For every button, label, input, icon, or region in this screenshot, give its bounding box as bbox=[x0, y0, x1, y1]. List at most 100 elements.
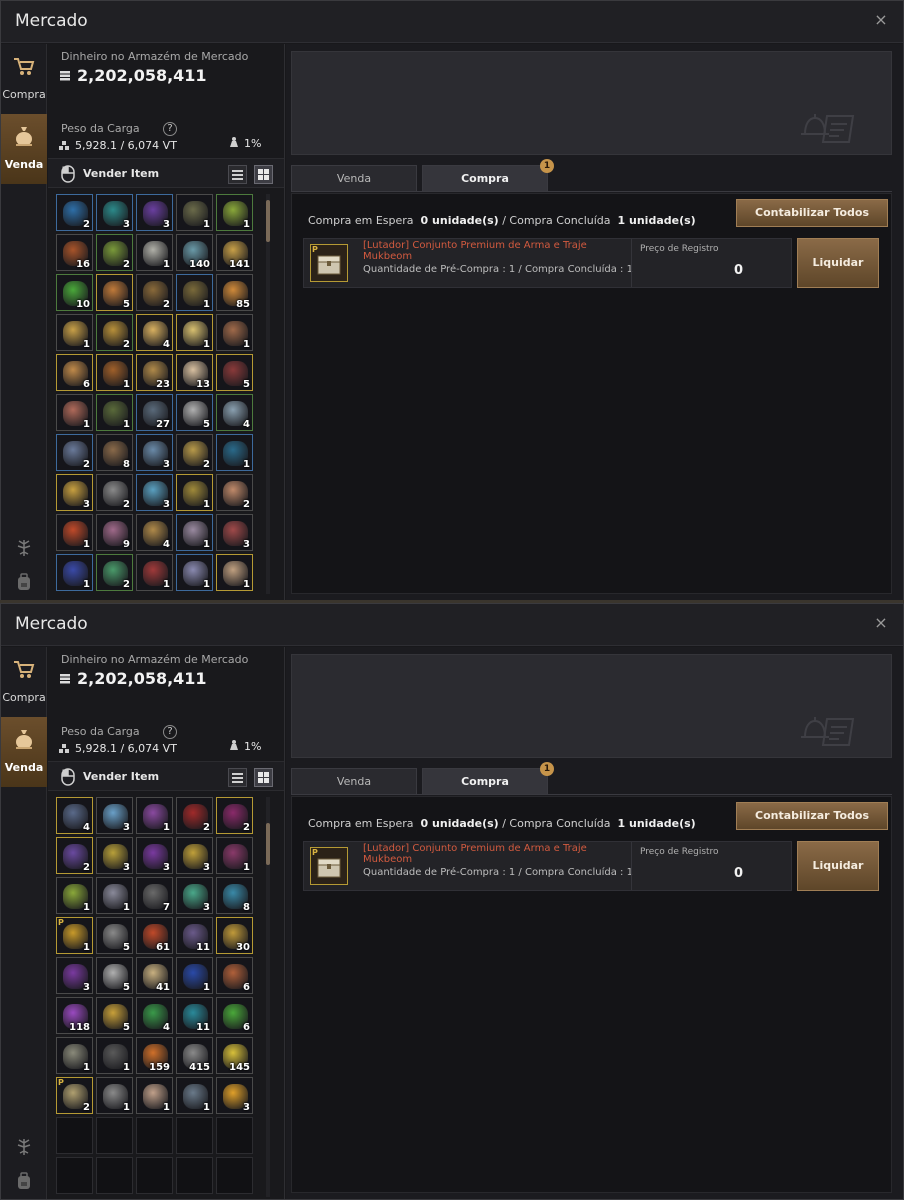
title-bar[interactable]: Mercado × bbox=[1, 1, 903, 43]
inventory-slot[interactable]: 3 bbox=[136, 434, 173, 471]
inventory-slot[interactable]: 1 bbox=[56, 314, 93, 351]
inventory-slot-empty[interactable] bbox=[176, 1157, 213, 1194]
order-row[interactable]: P [Lutador] Conjunto Premium de Arma e T… bbox=[303, 238, 792, 288]
inventory-slot[interactable]: 3 bbox=[56, 957, 93, 994]
scroll-thumb[interactable] bbox=[266, 200, 270, 242]
nav-buy[interactable]: Compra bbox=[1, 647, 47, 717]
inventory-slot[interactable]: 1 bbox=[216, 554, 253, 591]
inventory-slot[interactable]: 16 bbox=[56, 234, 93, 271]
inventory-slot[interactable]: 415 bbox=[176, 1037, 213, 1074]
inventory-slot[interactable]: 4 bbox=[136, 314, 173, 351]
inventory-slot[interactable]: 118 bbox=[56, 997, 93, 1034]
inventory-slot[interactable]: 1 bbox=[56, 554, 93, 591]
tab-buy[interactable]: Compra bbox=[422, 768, 548, 795]
grid-view-button[interactable] bbox=[254, 165, 273, 184]
backpack-icon[interactable] bbox=[14, 1171, 34, 1191]
inventory-slot[interactable]: 4 bbox=[136, 997, 173, 1034]
help-icon[interactable]: ? bbox=[163, 122, 177, 136]
inventory-slot[interactable]: 3 bbox=[136, 474, 173, 511]
inventory-slot[interactable]: P1 bbox=[56, 917, 93, 954]
inventory-slot[interactable]: 5 bbox=[176, 394, 213, 431]
inventory-slot[interactable]: 2 bbox=[176, 434, 213, 471]
inventory-slot[interactable]: 1 bbox=[136, 234, 173, 271]
title-bar[interactable]: Mercado × bbox=[1, 604, 903, 646]
inventory-slot[interactable]: 2 bbox=[96, 234, 133, 271]
inventory-slot-empty[interactable] bbox=[96, 1157, 133, 1194]
close-icon[interactable]: × bbox=[873, 12, 889, 28]
inventory-slot[interactable]: 3 bbox=[136, 194, 173, 231]
inventory-slot[interactable]: 2 bbox=[176, 797, 213, 834]
inventory-slot[interactable]: 1 bbox=[56, 1037, 93, 1074]
inventory-slot[interactable]: 2 bbox=[56, 837, 93, 874]
inventory-slot[interactable]: 2 bbox=[96, 554, 133, 591]
inventory-slot[interactable]: 6 bbox=[216, 957, 253, 994]
inventory-slot[interactable]: 30 bbox=[216, 917, 253, 954]
inventory-slot[interactable]: 1 bbox=[216, 194, 253, 231]
inventory-slot-empty[interactable] bbox=[136, 1117, 173, 1154]
inventory-slot[interactable]: 2 bbox=[216, 474, 253, 511]
inventory-slot[interactable]: 1 bbox=[176, 957, 213, 994]
backpack-icon[interactable] bbox=[14, 572, 34, 592]
inventory-slot[interactable]: 41 bbox=[136, 957, 173, 994]
inventory-slot[interactable]: 1 bbox=[96, 394, 133, 431]
inventory-slot[interactable]: 11 bbox=[176, 917, 213, 954]
inventory-slot[interactable]: 159 bbox=[136, 1037, 173, 1074]
scroll-thumb[interactable] bbox=[266, 823, 270, 865]
list-view-button[interactable] bbox=[228, 768, 247, 787]
inventory-slot[interactable]: 5 bbox=[96, 917, 133, 954]
tree-icon[interactable] bbox=[14, 1137, 34, 1157]
inventory-slot[interactable]: 5 bbox=[96, 957, 133, 994]
inventory-slot[interactable]: 9 bbox=[96, 514, 133, 551]
inventory-scrollbar[interactable] bbox=[266, 797, 270, 1197]
inventory-slot[interactable]: 3 bbox=[176, 877, 213, 914]
inventory-slot[interactable]: 140 bbox=[176, 234, 213, 271]
inventory-slot[interactable]: 2 bbox=[216, 797, 253, 834]
inventory-slot[interactable]: 3 bbox=[96, 837, 133, 874]
inventory-slot[interactable]: 3 bbox=[136, 837, 173, 874]
inventory-slot[interactable]: 61 bbox=[136, 917, 173, 954]
inventory-slot[interactable]: 6 bbox=[56, 354, 93, 391]
inventory-slot-empty[interactable] bbox=[216, 1157, 253, 1194]
inventory-slot[interactable]: 2 bbox=[136, 274, 173, 311]
inventory-slot[interactable]: 1 bbox=[176, 474, 213, 511]
inventory-slot[interactable]: 7 bbox=[136, 877, 173, 914]
inventory-slot-empty[interactable] bbox=[56, 1117, 93, 1154]
inventory-slot-empty[interactable] bbox=[56, 1157, 93, 1194]
inventory-slot[interactable]: 1 bbox=[216, 837, 253, 874]
grid-view-button[interactable] bbox=[254, 768, 273, 787]
nav-sell[interactable]: Venda bbox=[1, 114, 47, 184]
inventory-slot[interactable]: 4 bbox=[216, 394, 253, 431]
inventory-slot[interactable]: 3 bbox=[176, 837, 213, 874]
inventory-slot[interactable]: 145 bbox=[216, 1037, 253, 1074]
inventory-slot[interactable]: 1 bbox=[176, 1077, 213, 1114]
inventory-slot[interactable]: 4 bbox=[56, 797, 93, 834]
liquidate-button[interactable]: Liquidar bbox=[797, 841, 879, 891]
inventory-slot[interactable]: 1 bbox=[56, 514, 93, 551]
inventory-slot[interactable]: 13 bbox=[176, 354, 213, 391]
inventory-slot[interactable]: 85 bbox=[216, 274, 253, 311]
inventory-slot[interactable]: P2 bbox=[56, 1077, 93, 1114]
inventory-slot[interactable]: 8 bbox=[96, 434, 133, 471]
inventory-slot[interactable]: 1 bbox=[56, 394, 93, 431]
tree-icon[interactable] bbox=[14, 538, 34, 558]
inventory-slot-empty[interactable] bbox=[136, 1157, 173, 1194]
inventory-slot[interactable]: 8 bbox=[216, 877, 253, 914]
inventory-slot[interactable]: 3 bbox=[96, 797, 133, 834]
list-view-button[interactable] bbox=[228, 165, 247, 184]
inventory-slot[interactable]: 1 bbox=[96, 877, 133, 914]
inventory-scrollbar[interactable] bbox=[266, 194, 270, 594]
inventory-slot-empty[interactable] bbox=[216, 1117, 253, 1154]
tab-sell[interactable]: Venda bbox=[291, 768, 417, 795]
liquidate-button[interactable]: Liquidar bbox=[797, 238, 879, 288]
inventory-slot[interactable]: 5 bbox=[96, 997, 133, 1034]
inventory-slot[interactable]: 3 bbox=[96, 194, 133, 231]
inventory-slot[interactable]: 2 bbox=[56, 434, 93, 471]
inventory-slot[interactable]: 5 bbox=[216, 354, 253, 391]
inventory-slot[interactable]: 1 bbox=[96, 1037, 133, 1074]
inventory-slot[interactable]: 1 bbox=[216, 434, 253, 471]
inventory-slot[interactable]: 4 bbox=[136, 514, 173, 551]
inventory-slot[interactable]: 6 bbox=[216, 997, 253, 1034]
inventory-slot[interactable]: 2 bbox=[96, 314, 133, 351]
inventory-slot[interactable]: 10 bbox=[56, 274, 93, 311]
inventory-slot[interactable]: 23 bbox=[136, 354, 173, 391]
